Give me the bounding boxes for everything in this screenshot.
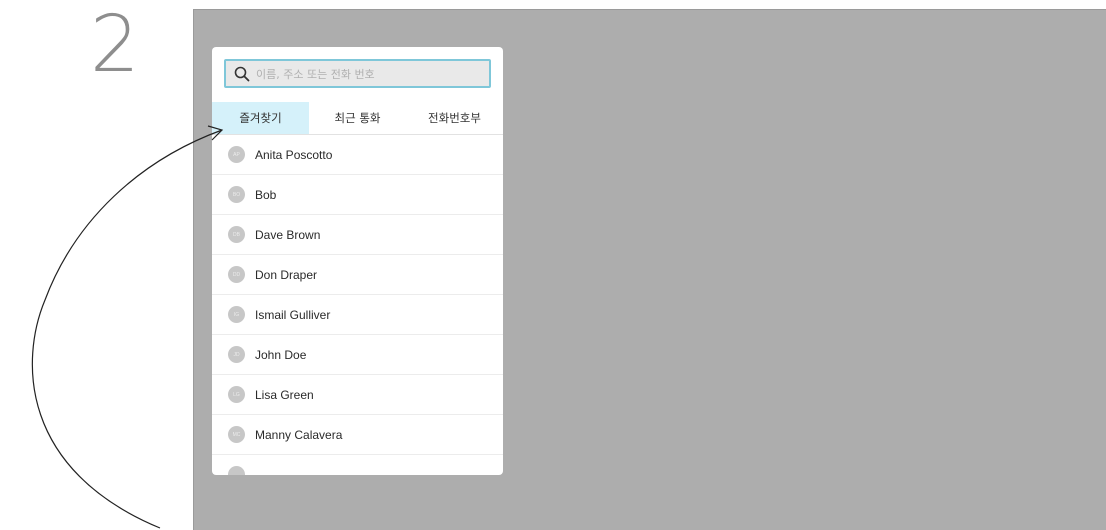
contact-name: Anita Poscotto — [255, 147, 333, 162]
contact-list: AP Anita Poscotto BO Bob DB Dave Brown D… — [212, 135, 503, 475]
tab-favorites[interactable]: 즐겨찾기 — [212, 102, 309, 135]
avatar: BO — [228, 186, 245, 203]
avatar: MC — [228, 426, 245, 443]
list-item[interactable]: JD John Doe — [212, 335, 503, 375]
contact-name: Bob — [255, 187, 277, 202]
contact-name: Dave Brown — [255, 227, 321, 242]
contact-name: Ismail Gulliver — [255, 307, 331, 322]
tab-bar: 즐겨찾기 최근 통화 전화번호부 — [212, 102, 503, 135]
list-item[interactable]: AP Anita Poscotto — [212, 135, 503, 175]
contact-name: Lisa Green — [255, 387, 314, 402]
avatar: LG — [228, 386, 245, 403]
list-item[interactable]: BO Bob — [212, 175, 503, 215]
avatar: DD — [228, 266, 245, 283]
search-icon — [234, 66, 250, 82]
avatar: AP — [228, 146, 245, 163]
step-number: 2 — [90, 0, 140, 90]
list-item[interactable]: DB Dave Brown — [212, 215, 503, 255]
contact-name: Don Draper — [255, 267, 318, 282]
list-item[interactable]: IG Ismail Gulliver — [212, 295, 503, 335]
avatar — [228, 466, 245, 475]
list-item[interactable]: DD Don Draper — [212, 255, 503, 295]
avatar: JD — [228, 346, 245, 363]
contact-name: Manny Calavera — [255, 427, 343, 442]
contact-name: John Doe — [255, 347, 307, 362]
tab-recent-calls[interactable]: 최근 통화 — [309, 102, 406, 135]
list-item[interactable]: MC Manny Calavera — [212, 415, 503, 455]
list-item[interactable] — [212, 455, 503, 475]
avatar: DB — [228, 226, 245, 243]
search-input[interactable]: 이름, 주소 또는 전화 번호 — [224, 59, 491, 88]
search-placeholder: 이름, 주소 또는 전화 번호 — [256, 67, 375, 81]
call-panel: 이름, 주소 또는 전화 번호 즐겨찾기 최근 통화 전화번호부 AP Anit… — [212, 47, 503, 475]
list-item[interactable]: LG Lisa Green — [212, 375, 503, 415]
tab-directory[interactable]: 전화번호부 — [406, 102, 503, 135]
avatar: IG — [228, 306, 245, 323]
